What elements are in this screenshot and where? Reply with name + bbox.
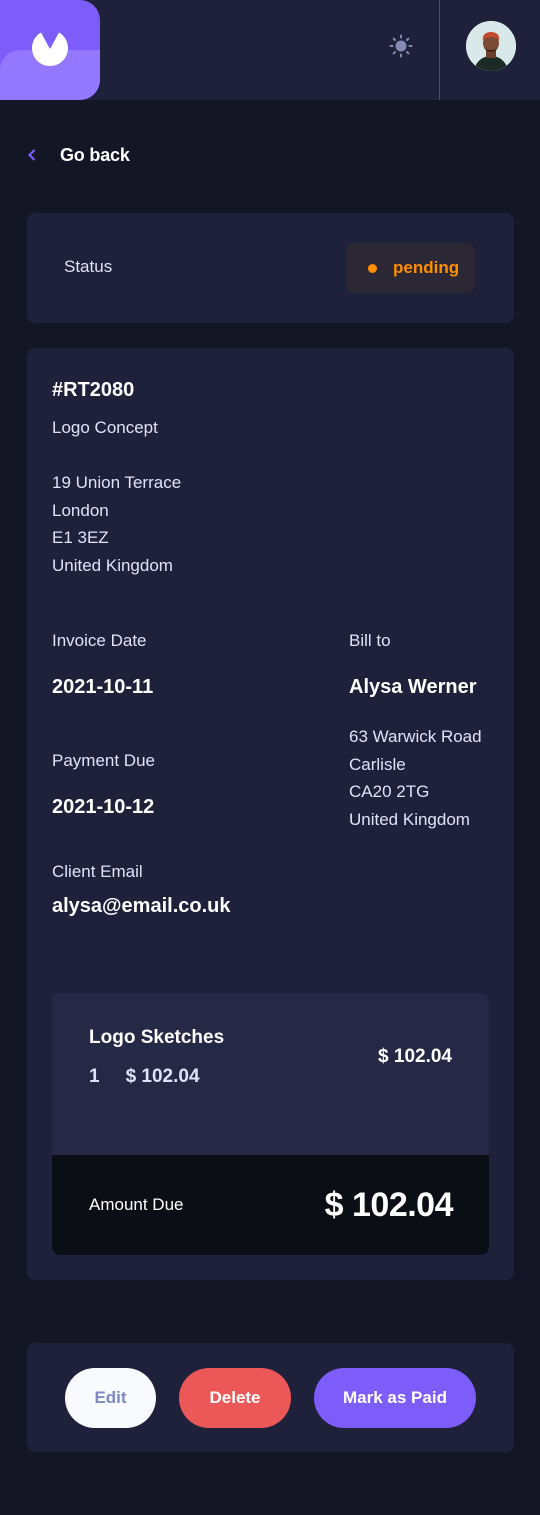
actions-bar: Edit Delete Mark as Paid	[27, 1343, 514, 1452]
item-qty-price: 1 $ 102.04	[89, 1066, 200, 1088]
user-avatar[interactable]	[466, 21, 516, 71]
go-back-link[interactable]: Go back	[27, 140, 130, 170]
status-dot-icon	[368, 263, 377, 273]
amount-due-bar: Amount Due $ 102.04	[52, 1155, 489, 1255]
client-country: United Kingdom	[349, 809, 470, 829]
edit-button[interactable]: Edit	[65, 1368, 156, 1428]
sender-country: United Kingdom	[52, 555, 173, 575]
payment-due-label: Payment Due	[52, 751, 155, 770]
invoice-items-box: Logo Sketches 1 $ 102.04 $ 102.04 Amount…	[52, 993, 489, 1255]
item-quantity: 1	[89, 1066, 100, 1087]
amount-due-label: Amount Due	[89, 1195, 184, 1214]
item-name: Logo Sketches	[89, 1027, 225, 1048]
invoice-id: #RT2080	[52, 379, 135, 401]
item-price: $ 102.04	[125, 1066, 200, 1087]
sender-city: London	[52, 500, 109, 520]
invoice-details-card: #RT2080 Logo Concept 19 Union Terrace Lo…	[27, 348, 514, 1280]
status-badge: pending	[346, 243, 475, 293]
status-label: Status	[64, 257, 113, 276]
client-email-label: Client Email	[52, 862, 143, 881]
client-address: 63 Warwick Road Carlisle CA20 2TG United…	[349, 723, 482, 833]
client-street: 63 Warwick Road	[349, 727, 482, 746]
client-postcode: CA20 2TG	[349, 782, 430, 801]
client-email-value[interactable]: alysa@email.co.uk	[52, 895, 231, 918]
sender-street: 19 Union Terrace	[52, 473, 182, 492]
sender-address: 19 Union Terrace London E1 3EZ United Ki…	[52, 469, 181, 579]
top-bar	[0, 0, 540, 100]
theme-toggle-button[interactable]	[386, 31, 416, 61]
go-back-label: Go back	[60, 144, 130, 165]
mark-as-paid-button[interactable]: Mark as Paid	[314, 1368, 476, 1428]
invoice-date-value: 2021-10-11	[52, 676, 154, 698]
client-city: Carlisle	[349, 754, 406, 774]
app-logo-icon	[32, 32, 68, 66]
app-logo[interactable]	[0, 0, 100, 100]
avatar-image	[466, 21, 516, 71]
header-divider	[439, 0, 440, 100]
invoice-description: Logo Concept	[52, 418, 158, 437]
bill-to-label: Bill to	[349, 631, 391, 650]
amount-due-value: $ 102.04	[324, 1185, 454, 1224]
sun-icon	[389, 34, 413, 58]
status-value: pending	[393, 258, 460, 277]
sender-postcode: E1 3EZ	[52, 528, 109, 547]
client-name: Alysa Werner	[349, 676, 477, 698]
invoice-date-label: Invoice Date	[52, 631, 147, 650]
chevron-left-icon	[27, 149, 36, 161]
item-total: $ 102.04	[378, 1046, 452, 1067]
payment-due-value: 2021-10-12	[52, 796, 155, 818]
delete-button[interactable]: Delete	[179, 1368, 291, 1428]
status-card: Status pending	[27, 213, 514, 323]
